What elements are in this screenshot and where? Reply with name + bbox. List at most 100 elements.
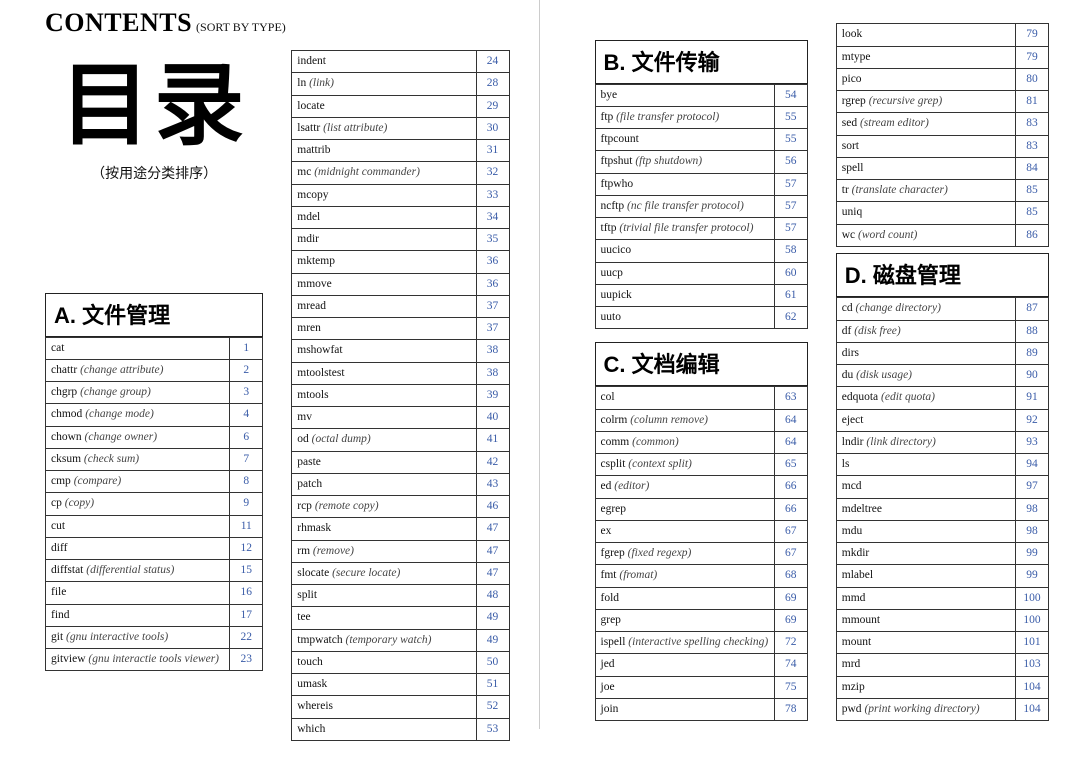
table-c: col63colrm (column remove)64comm (common…	[595, 386, 808, 721]
command-cell: mdeltree	[836, 498, 1015, 520]
command-note: (context split)	[625, 458, 691, 470]
table-row: csplit (context split)65	[595, 454, 807, 476]
command-note: (midnight commander)	[311, 166, 420, 178]
table-row: mkdir99	[836, 543, 1048, 565]
page-number-cell: 32	[476, 162, 509, 184]
table-row: jed 74	[595, 654, 807, 676]
command-cell: cksum (check sum)	[46, 448, 230, 470]
table-row: sed (stream editor)83	[836, 113, 1048, 135]
command-note: (trivial file transfer protocol)	[616, 222, 753, 234]
big-cjk-title: 目录	[45, 60, 263, 155]
command-name: fold	[601, 592, 620, 604]
page-number-cell: 67	[774, 543, 807, 565]
command-cell: git (gnu interactive tools)	[46, 626, 230, 648]
command-note: (disk free)	[851, 325, 900, 337]
command-cell: colrm (column remove)	[595, 409, 774, 431]
command-name: diffstat	[51, 564, 83, 576]
command-name: ftpcount	[601, 133, 639, 145]
command-cell: tee	[292, 607, 476, 629]
table-a2: indent24ln (link)28locate29lsattr (list …	[291, 50, 509, 741]
command-name: mtools	[297, 389, 328, 401]
table-row: uupick61	[595, 284, 807, 306]
table-row: rcp (remote copy)46	[292, 496, 509, 518]
command-cell: ftpwho	[595, 173, 774, 195]
page-number-cell: 40	[476, 407, 509, 429]
command-name: ed	[601, 480, 612, 492]
command-note: (temporary watch)	[343, 634, 432, 646]
command-note: (link)	[306, 77, 334, 89]
page-number-cell: 75	[774, 676, 807, 698]
command-note: (gnu interactie tools viewer)	[86, 653, 220, 665]
command-note: (remove)	[310, 545, 354, 557]
command-name: cut	[51, 520, 65, 532]
command-name: mount	[842, 636, 871, 648]
command-note: (disk usage)	[853, 369, 912, 381]
command-name: mktemp	[297, 255, 335, 267]
table-row: ispell (interactive spelling checking)72	[595, 632, 807, 654]
page-number-cell: 42	[476, 451, 509, 473]
command-note: (octal dump)	[309, 433, 371, 445]
table-row: whereis52	[292, 696, 509, 718]
command-cell: col	[595, 387, 774, 409]
page-number-cell: 37	[476, 295, 509, 317]
command-note: (print working directory)	[862, 703, 980, 715]
table-row: mtype79	[836, 46, 1048, 68]
command-note: (editor)	[611, 480, 649, 492]
command-name: mtoolstest	[297, 367, 344, 379]
command-note: (change group)	[77, 386, 151, 398]
page-number-cell: 79	[1016, 24, 1049, 46]
table-row: mdu 98	[836, 520, 1048, 542]
table-row: umask51	[292, 674, 509, 696]
command-name: indent	[297, 55, 326, 67]
command-note: (change directory)	[853, 302, 941, 314]
command-cell: diffstat (differential status)	[46, 560, 230, 582]
table-row: chattr (change attribute)2	[46, 359, 263, 381]
page-number-cell: 17	[230, 604, 263, 626]
page-number-cell: 1	[230, 337, 263, 359]
section-header-b: B. 文件传输	[595, 40, 808, 84]
command-note: (stream editor)	[857, 117, 929, 129]
page-number-cell: 92	[1016, 409, 1049, 431]
command-name: mcd	[842, 480, 862, 492]
command-cell: uucico	[595, 240, 774, 262]
page-number-cell: 78	[774, 698, 807, 720]
command-cell: ncftp (nc file transfer protocol)	[595, 195, 774, 217]
command-name: slocate	[297, 567, 329, 579]
command-name: ln	[297, 77, 306, 89]
command-name: patch	[297, 478, 322, 490]
command-name: mdu	[842, 525, 862, 537]
page-number-cell: 69	[774, 587, 807, 609]
command-cell: indent	[292, 51, 476, 73]
command-cell: mren	[292, 318, 476, 340]
table-row: mshowfat38	[292, 340, 509, 362]
table-row: eject92	[836, 409, 1048, 431]
command-name: lsattr	[297, 122, 320, 134]
command-cell: dirs	[836, 342, 1015, 364]
table-row: patch43	[292, 473, 509, 495]
table-row: wc (word count)86	[836, 224, 1048, 246]
command-name: chattr	[51, 364, 77, 376]
command-name: cksum	[51, 453, 81, 465]
command-name: jed	[601, 658, 615, 670]
table-row: ex67	[595, 520, 807, 542]
page-number-cell: 104	[1016, 698, 1049, 720]
command-cell: wc (word count)	[836, 224, 1015, 246]
page-number-cell: 87	[1016, 298, 1049, 320]
page-number-cell: 39	[476, 384, 509, 406]
page-number-cell: 98	[1016, 520, 1049, 542]
command-name: fgrep	[601, 547, 625, 559]
page-number-cell: 58	[774, 240, 807, 262]
command-cell: ln (link)	[292, 73, 476, 95]
command-name: split	[297, 589, 317, 601]
command-cell: which	[292, 718, 476, 740]
command-name: df	[842, 325, 852, 337]
page-number-cell: 56	[774, 151, 807, 173]
command-name: join	[601, 703, 619, 715]
command-name: ls	[842, 458, 850, 470]
command-note: (ftp shutdown)	[632, 155, 702, 167]
command-cell: chmod (change mode)	[46, 404, 230, 426]
table-row: diffstat (differential status)15	[46, 560, 263, 582]
page-number-cell: 74	[774, 654, 807, 676]
command-cell: mmove	[292, 273, 476, 295]
table-row: mlabel99	[836, 565, 1048, 587]
